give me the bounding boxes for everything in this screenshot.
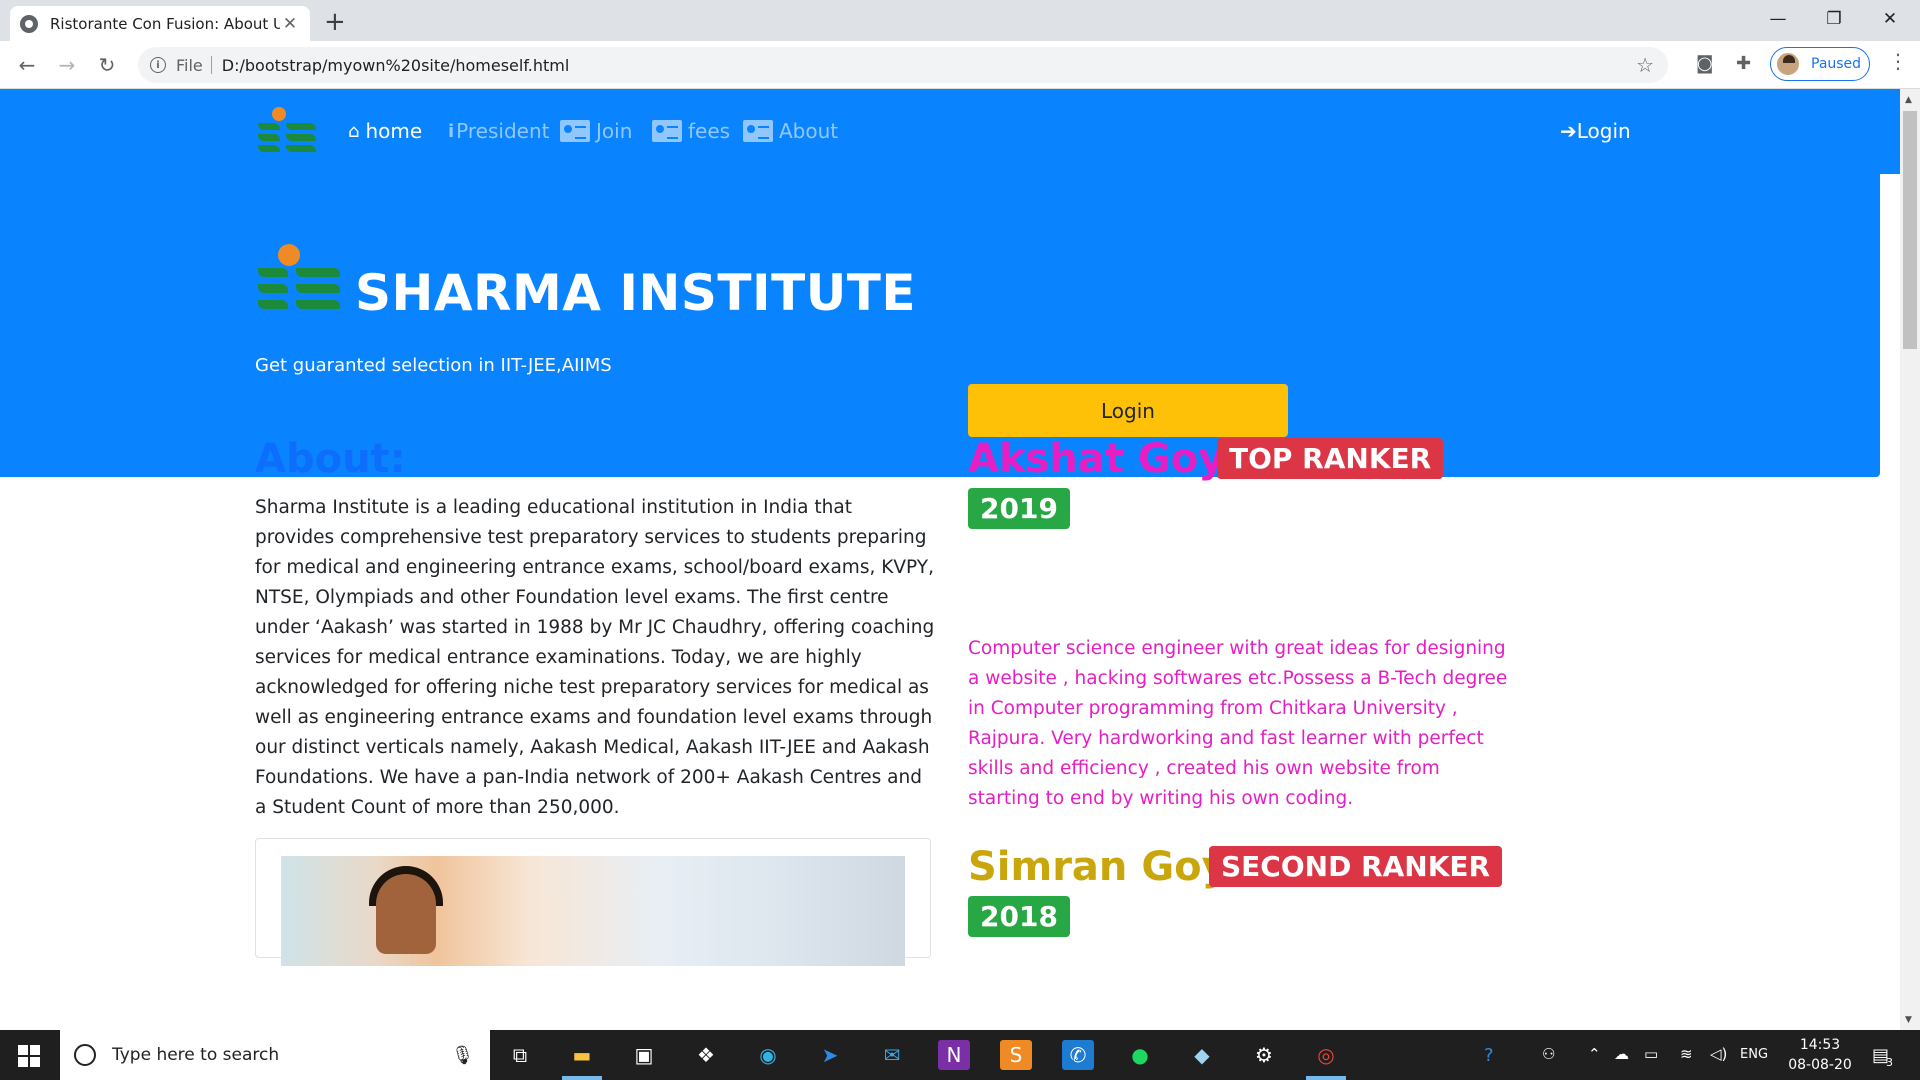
minimize-button[interactable]: — bbox=[1750, 0, 1806, 38]
extensions-icon[interactable]: ✚ bbox=[1736, 53, 1751, 74]
whatsapp-icon[interactable]: ✆ bbox=[1062, 1040, 1094, 1070]
profile-button[interactable]: Paused bbox=[1770, 47, 1870, 81]
url-separator bbox=[210, 56, 212, 74]
year-badge: 2018 bbox=[968, 896, 1070, 937]
info-icon: i bbox=[448, 120, 455, 142]
nav-join-label: Join bbox=[596, 119, 633, 143]
windows-start-icon[interactable] bbox=[18, 1045, 40, 1067]
volume-icon[interactable]: ◁) bbox=[1710, 1045, 1727, 1063]
microphone-icon[interactable]: 🎙 bbox=[451, 1045, 474, 1066]
sign-in-icon: ➔ bbox=[1560, 119, 1577, 143]
sublime-text-icon[interactable]: S bbox=[1000, 1040, 1032, 1070]
windows-taskbar: Type here to search 🎙 ⧉ ▬ ▣ ❖ ◉ ➤ ✉ N S … bbox=[0, 1030, 1920, 1080]
clock[interactable]: 14:53 08-08-20 bbox=[1780, 1035, 1860, 1075]
profile-status: Paused bbox=[1811, 56, 1862, 72]
scrollbar-thumb[interactable] bbox=[1903, 111, 1917, 349]
back-icon[interactable]: ← bbox=[13, 51, 41, 79]
notes-icon[interactable]: ◆ bbox=[1186, 1040, 1218, 1070]
taskbar-search[interactable]: Type here to search 🎙 bbox=[60, 1030, 490, 1080]
spotify-icon[interactable]: ● bbox=[1124, 1040, 1156, 1070]
tab-title: Ristorante Con Fusion: About Us bbox=[50, 14, 280, 33]
id-card-icon bbox=[743, 120, 773, 142]
help-icon[interactable]: ? bbox=[1484, 1045, 1494, 1066]
url-text[interactable]: D:/bootstrap/myown%20site/homeself.html bbox=[222, 56, 570, 75]
battery-icon[interactable]: ▭ bbox=[1644, 1045, 1658, 1063]
visual-studio-icon[interactable]: ➤ bbox=[814, 1040, 846, 1070]
about-image-card bbox=[255, 838, 931, 966]
mail-icon[interactable]: ✉ bbox=[876, 1040, 908, 1070]
browser-tab[interactable]: Ristorante Con Fusion: About Us ✕ bbox=[10, 6, 310, 41]
new-tab-button[interactable]: + bbox=[324, 7, 346, 37]
onenote-icon[interactable]: N bbox=[938, 1040, 970, 1070]
dropbox-icon[interactable]: ❖ bbox=[690, 1040, 722, 1070]
browser-tabbar: Ristorante Con Fusion: About Us ✕ + — ❐ … bbox=[0, 0, 1920, 41]
nav-home-label: home bbox=[365, 119, 423, 143]
nav-president[interactable]: i President bbox=[448, 119, 549, 143]
site-navbar: ⌂ home i President Join fees About ➔Logi… bbox=[0, 89, 1900, 174]
scroll-down-icon[interactable]: ▼ bbox=[1905, 1015, 1912, 1025]
store-icon[interactable]: ▣ bbox=[628, 1040, 660, 1070]
clock-date: 08-08-20 bbox=[1788, 1057, 1852, 1073]
house-icon: ⌂ bbox=[348, 120, 360, 142]
rank-badge: SECOND RANKER bbox=[1209, 846, 1503, 887]
page-viewport: ⌂ home i President Join fees About ➔Logi… bbox=[0, 89, 1900, 1030]
about-text: Sharma Institute is a leading educationa… bbox=[255, 497, 935, 818]
wifi-icon[interactable]: ≋ bbox=[1680, 1045, 1693, 1063]
chrome-icon[interactable]: ◎ bbox=[1310, 1040, 1342, 1070]
clock-time: 14:53 bbox=[1799, 1037, 1841, 1053]
browser-toolbar: ← → ↻ i File D:/bootstrap/myown%20site/h… bbox=[0, 41, 1920, 89]
running-indicator bbox=[1306, 1076, 1346, 1080]
running-indicator bbox=[562, 1076, 602, 1080]
language-indicator[interactable]: ENG bbox=[1740, 1047, 1768, 1062]
globe-icon bbox=[20, 14, 38, 33]
hero-logo bbox=[256, 244, 342, 314]
info-icon[interactable]: i bbox=[150, 57, 166, 73]
id-card-icon bbox=[560, 120, 590, 142]
hero-login-button[interactable]: Login bbox=[968, 384, 1288, 437]
nav-fees-label: fees bbox=[688, 119, 731, 143]
scroll-up-icon[interactable]: ▲ bbox=[1905, 95, 1912, 105]
hero-jumbotron: SHARMA INSTITUTE Get guaranted selection… bbox=[0, 174, 1880, 477]
page-scrollbar[interactable]: ▲ ▼ bbox=[1900, 89, 1920, 1030]
nav-about[interactable]: About bbox=[743, 119, 838, 143]
avatar bbox=[1775, 51, 1801, 77]
close-tab-icon[interactable]: ✕ bbox=[280, 14, 300, 34]
cloud-icon[interactable]: ☁ bbox=[1614, 1045, 1629, 1063]
file-explorer-icon[interactable]: ▬ bbox=[566, 1040, 598, 1070]
nav-join[interactable]: Join bbox=[560, 119, 632, 143]
id-card-icon bbox=[652, 120, 682, 142]
hero-subtitle: Get guaranted selection in IIT-JEE,AIIMS bbox=[255, 355, 612, 376]
task-view-icon[interactable]: ⧉ bbox=[504, 1040, 536, 1070]
nav-fees[interactable]: fees bbox=[652, 119, 730, 143]
notification-count: 3 bbox=[1886, 1056, 1893, 1069]
settings-gear-icon[interactable]: ⚙ bbox=[1248, 1040, 1280, 1070]
rank-badge: TOP RANKER bbox=[1217, 438, 1444, 479]
about-heading: About: bbox=[255, 436, 406, 482]
classroom-photo bbox=[281, 856, 905, 966]
navbar-logo[interactable] bbox=[256, 107, 318, 157]
cortana-icon bbox=[74, 1044, 96, 1066]
menu-dots-icon[interactable]: ⋮ bbox=[1888, 49, 1908, 73]
ranker-description: Computer science engineer with great ide… bbox=[968, 638, 1508, 809]
hero-title: SHARMA INSTITUTE bbox=[355, 264, 917, 322]
nav-president-label: President bbox=[456, 119, 550, 143]
close-window-button[interactable]: ✕ bbox=[1862, 0, 1918, 38]
nav-about-label: About bbox=[779, 119, 839, 143]
year-badge: 2019 bbox=[968, 488, 1070, 529]
people-icon[interactable]: ⚇ bbox=[1542, 1045, 1555, 1063]
reload-icon[interactable]: ↻ bbox=[93, 51, 121, 79]
forward-icon[interactable]: → bbox=[53, 51, 81, 79]
address-bar[interactable]: i File D:/bootstrap/myown%20site/homesel… bbox=[138, 47, 1668, 83]
edge-icon[interactable]: ◉ bbox=[752, 1040, 784, 1070]
chevron-up-icon[interactable]: ⌃ bbox=[1588, 1045, 1601, 1063]
navbar-login-label: Login bbox=[1576, 119, 1631, 143]
bookmark-star-icon[interactable]: ☆ bbox=[1636, 53, 1654, 77]
camera-icon[interactable]: ◙ bbox=[1696, 53, 1713, 74]
navbar-login-link[interactable]: ➔Login bbox=[1560, 119, 1631, 143]
restore-button[interactable]: ❐ bbox=[1806, 0, 1862, 38]
nav-home[interactable]: ⌂ home bbox=[348, 119, 422, 143]
url-scheme-label: File bbox=[176, 55, 203, 75]
search-placeholder: Type here to search bbox=[112, 1045, 280, 1065]
